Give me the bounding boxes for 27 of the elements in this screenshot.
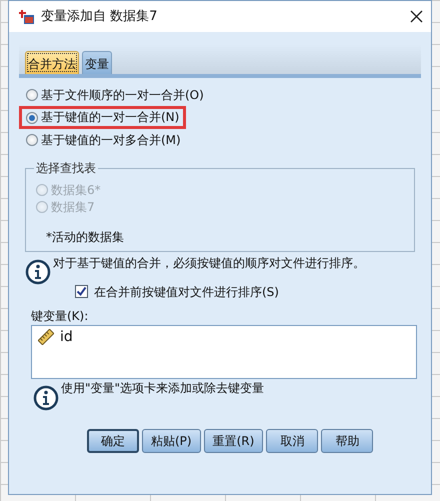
- group-title: 选择查找表: [35, 161, 97, 176]
- radio-label[interactable]: 基于键值的一对一合并(N): [41, 110, 180, 125]
- note-text: *活动的数据集: [46, 230, 125, 245]
- info-text: 使用"变量"选项卡来添加或除去键变量: [61, 380, 264, 395]
- dialog-button[interactable]: 确定: [87, 428, 139, 453]
- tab[interactable]: 合并方法: [25, 50, 79, 74]
- info-text: 对于基于键值的合并，必须按键值的顺序对文件进行排序。: [53, 256, 365, 270]
- radio-button[interactable]: [26, 134, 38, 146]
- field-label: 键变量(K):: [31, 309, 90, 324]
- list-item[interactable]: id: [60, 328, 73, 346]
- dialog-button[interactable]: 取消: [266, 428, 318, 453]
- close-icon[interactable]: [410, 10, 423, 23]
- dialog-button[interactable]: 粘贴(P): [142, 428, 201, 453]
- key-variable-list[interactable]: id: [31, 324, 417, 379]
- dialog-button[interactable]: 帮助: [321, 428, 374, 453]
- radio-button[interactable]: [26, 112, 38, 124]
- checkbox-label[interactable]: 在合并前按键值对文件进行排序(S): [94, 284, 279, 300]
- dialog-button[interactable]: 重置(R): [204, 428, 264, 453]
- radio-label[interactable]: 基于文件顺序的一对一合并(O): [41, 88, 204, 102]
- app-icon: [19, 8, 35, 24]
- radio-label[interactable]: 基于键值的一对多合并(M): [41, 132, 181, 148]
- info-icon: [25, 258, 51, 285]
- sort-checkbox[interactable]: [75, 285, 88, 298]
- window-title: 变量添加自 数据集7: [41, 8, 158, 24]
- radio-button[interactable]: [26, 89, 38, 102]
- tab[interactable]: 变量: [82, 50, 112, 74]
- info-icon: [33, 384, 59, 411]
